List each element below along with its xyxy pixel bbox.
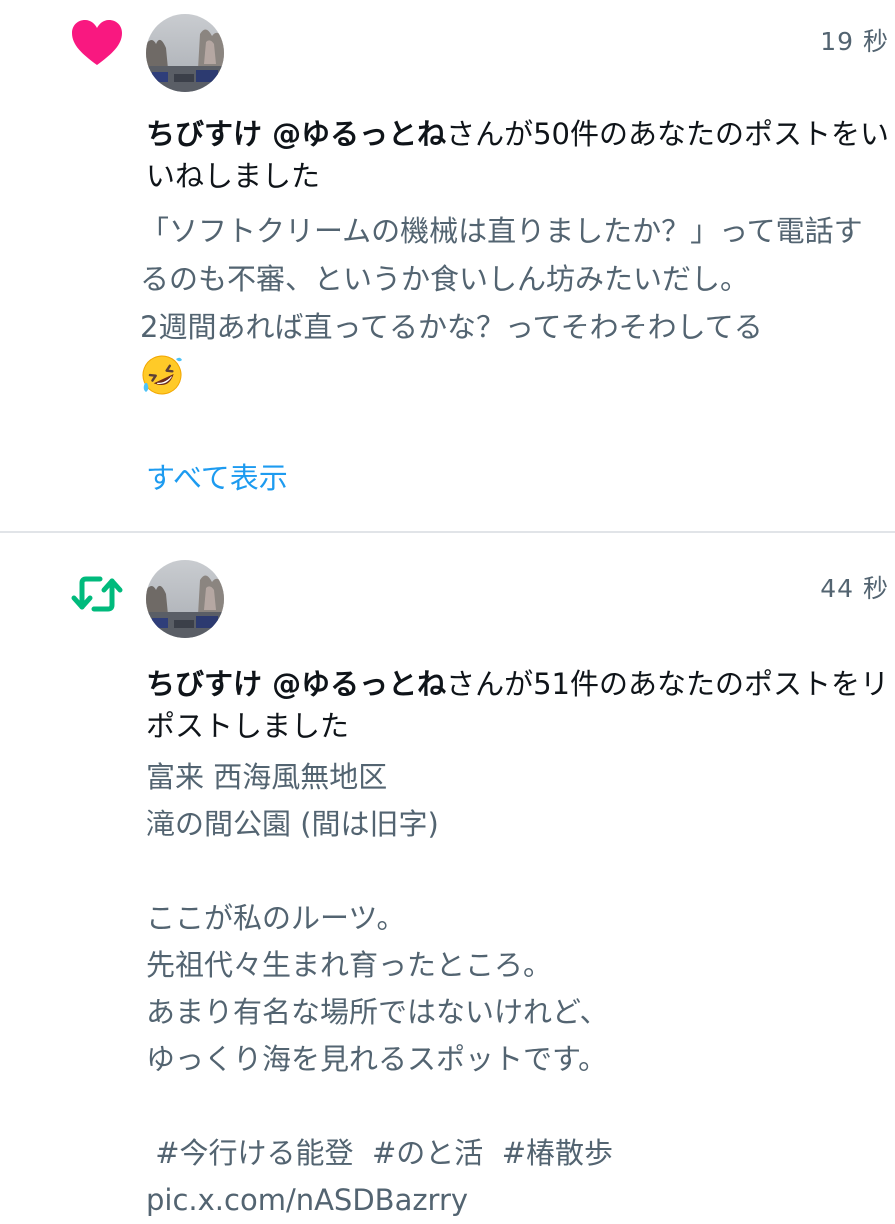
repost-icon [70,567,124,621]
timestamp: 19 秒 [820,27,889,56]
avatar[interactable] [146,14,224,92]
timestamp: 44 秒 [820,574,889,603]
user-name[interactable]: ちびすけ @ゆるっとね [146,667,446,701]
heart-icon [70,17,124,71]
notification-headline[interactable]: ちびすけ @ゆるっとねさんが50件のあなたのポストをいいねしました [146,113,891,197]
notification-repost[interactable]: 44 秒 ちびすけ @ゆるっとねさんが51件のあなたのポストをリポストしました … [0,533,895,1217]
avatar[interactable] [146,560,224,638]
rolling-on-floor-laughing-emoji [140,351,880,399]
post-text[interactable]: 富来 西海風無地区 滝の間公園 (間は旧字) ここが私のルーツ。 先祖代々生まれ… [146,754,881,1224]
user-name[interactable]: ちびすけ @ゆるっとね [146,117,446,151]
notification-headline[interactable]: ちびすけ @ゆるっとねさんが51件のあなたのポストをリポストしました [146,663,891,747]
notification-like[interactable]: 19 秒 ちびすけ @ゆるっとねさんが50件のあなたのポストをいいねしました 「… [0,0,895,532]
post-text[interactable]: 「ソフトクリームの機械は直りましたか？」って電話するのも不審、というか食いしん坊… [140,207,880,399]
show-all-link[interactable]: すべて表示 [146,455,288,497]
post-text-content: 「ソフトクリームの機械は直りましたか？」って電話するのも不審、というか食いしん坊… [140,214,863,344]
